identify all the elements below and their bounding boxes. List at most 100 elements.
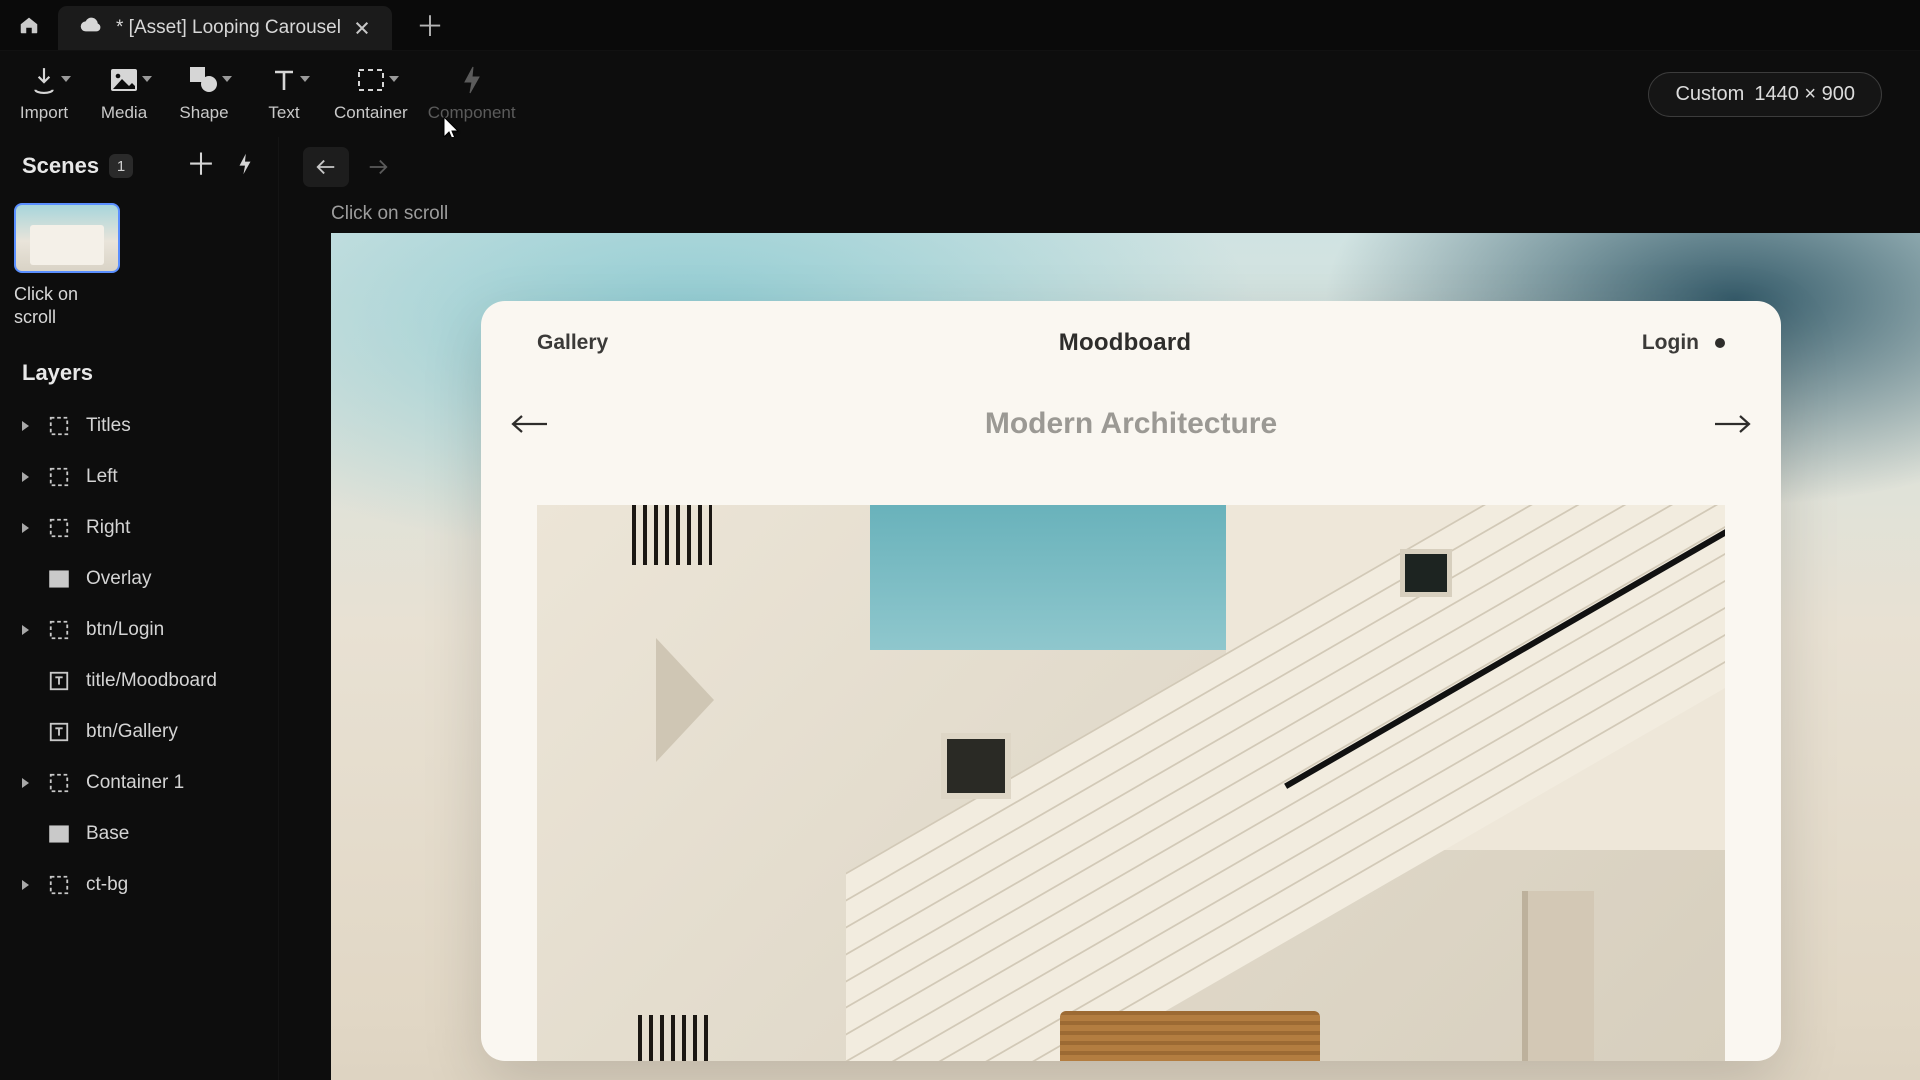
arrow-left-icon [315,158,337,176]
tool-label: Container [334,103,408,123]
tool-label: Shape [179,103,228,123]
tool-label: Import [20,103,68,123]
mock-gallery-link[interactable]: Gallery [537,331,608,355]
media-icon [110,68,138,92]
shape-tool[interactable]: Shape [174,65,234,123]
layer-type-icon [46,823,72,845]
arrow-right-icon [367,158,389,176]
scene-actions-button[interactable] [234,153,256,180]
scenes-count: 1 [109,154,133,178]
layer-type-icon [46,415,72,437]
container-icon [357,68,385,92]
scene-card[interactable]: Click on scroll [14,203,120,328]
artboard-label[interactable]: Click on scroll [331,203,448,225]
scene-name: Click on scroll [14,283,120,328]
layer-row[interactable]: Titles [0,400,278,451]
layer-name: ct-bg [86,874,262,896]
scene-list: Click on scroll [0,195,278,346]
layer-row[interactable]: Container 1 [0,757,278,808]
titlebar: * [Asset] Looping Carousel ＋ [0,0,1920,51]
mock-hero-image [537,505,1725,1061]
import-icon [31,66,57,94]
layers-title: Layers [22,360,93,386]
tool-label: Text [268,103,299,123]
mock-prev-button[interactable] [503,413,557,435]
scenes-title: Scenes [22,153,99,179]
layer-name: btn/Login [86,619,262,641]
history-back-button[interactable] [303,147,349,187]
mock-section-title: Modern Architecture [557,407,1705,441]
close-tab-button[interactable] [355,21,370,36]
layer-name: btn/Gallery [86,721,262,743]
scene-thumbnail [14,203,120,273]
history-forward-button[interactable] [355,147,401,187]
text-icon [272,67,296,93]
mock-navbar: Gallery Moodboard Login [481,301,1781,385]
canvas-area[interactable]: Click on scroll Gallery Moodboard Login … [279,137,1920,1080]
history-nav [303,147,401,187]
tab-title: * [Asset] Looping Carousel [116,17,341,39]
shape-icon [190,67,218,93]
layers-header: Layers [0,346,278,400]
layer-type-icon [46,619,72,641]
layer-list: Titles Left Right Overlay btn/Login title/Moo… [0,400,278,910]
mock-brand: Moodboard [608,329,1642,357]
viewport-size-selector[interactable]: Custom 1440 × 900 [1648,72,1882,117]
new-tab-button[interactable]: ＋ [402,0,458,50]
home-icon [18,14,40,36]
layer-disclosure[interactable] [18,879,32,891]
layer-type-icon [46,721,72,743]
layer-type-icon [46,670,72,692]
arrow-left-icon [510,413,550,435]
layer-name: title/Moodboard [86,670,262,692]
layer-disclosure[interactable] [18,777,32,789]
layer-name: Right [86,517,262,539]
import-tool[interactable]: Import [14,65,74,123]
home-button[interactable] [0,0,58,50]
layer-row[interactable]: Left [0,451,278,502]
mock-card[interactable]: Gallery Moodboard Login Modern Architect… [481,301,1781,1061]
mock-status-dot [1715,338,1725,348]
layer-row[interactable]: Base [0,808,278,859]
container-tool[interactable]: Container [334,65,408,123]
layer-name: Container 1 [86,772,262,794]
component-tool[interactable]: Component [428,65,516,123]
tool-label: Media [101,103,147,123]
layer-row[interactable]: ct-bg [0,859,278,910]
layer-type-icon [46,772,72,794]
viewport-mode: Custom [1675,83,1744,106]
arrow-right-icon [1712,413,1752,435]
scenes-header: Scenes 1 ＋ [0,137,278,195]
layer-type-icon [46,517,72,539]
layer-row[interactable]: btn/Gallery [0,706,278,757]
layer-disclosure[interactable] [18,522,32,534]
layer-type-icon [46,874,72,896]
layer-name: Left [86,466,262,488]
layer-row[interactable]: btn/Login [0,604,278,655]
layer-disclosure[interactable] [18,420,32,432]
layer-name: Overlay [86,568,262,590]
layer-disclosure[interactable] [18,624,32,636]
text-tool[interactable]: Text [254,65,314,123]
layer-type-icon [46,466,72,488]
component-icon [461,66,483,94]
add-scene-button[interactable]: ＋ [186,151,216,181]
layer-row[interactable]: Overlay [0,553,278,604]
layer-type-icon [46,568,72,590]
viewport-dimensions: 1440 × 900 [1754,83,1855,106]
toolstrip: Import Media Shape T [0,51,1920,137]
artboard[interactable]: Gallery Moodboard Login Modern Architect… [331,233,1920,1080]
document-tab[interactable]: * [Asset] Looping Carousel [58,6,392,50]
media-tool[interactable]: Media [94,65,154,123]
left-panel: Scenes 1 ＋ Click on scroll Layers Titles… [0,137,279,1080]
layer-row[interactable]: Right [0,502,278,553]
mock-carousel-header: Modern Architecture [481,385,1781,463]
bolt-icon [234,153,256,175]
layer-disclosure[interactable] [18,471,32,483]
tool-label: Component [428,103,516,123]
cloud-icon [80,14,102,42]
layer-row[interactable]: title/Moodboard [0,655,278,706]
layer-name: Base [86,823,262,845]
mock-login-link[interactable]: Login [1642,331,1699,355]
mock-next-button[interactable] [1705,413,1759,435]
